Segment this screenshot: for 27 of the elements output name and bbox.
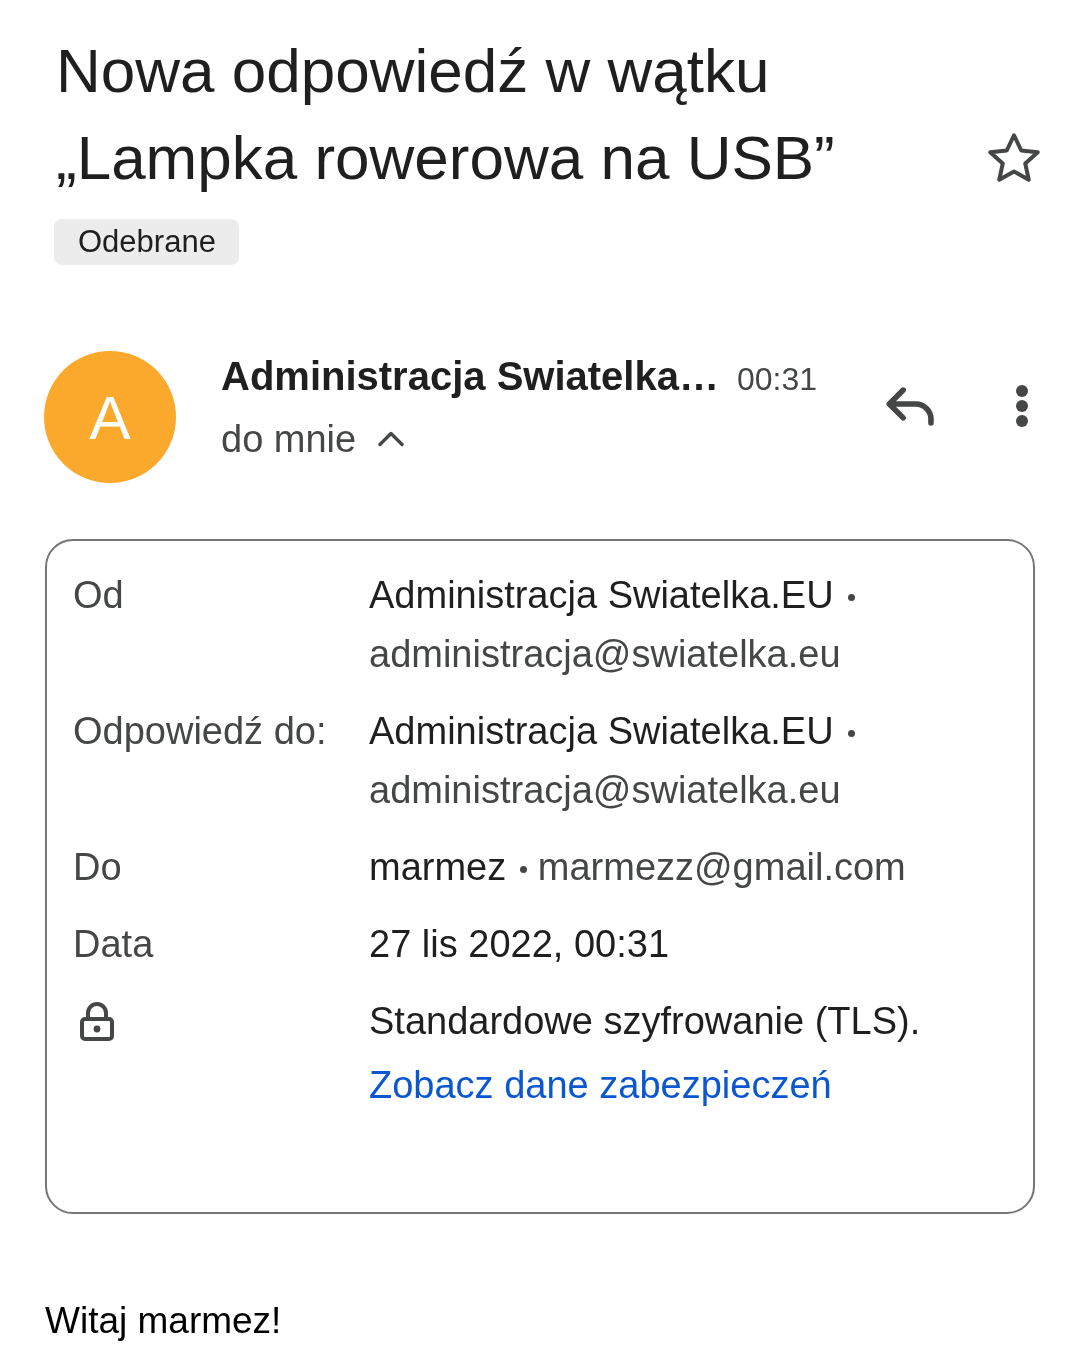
contact-email: marmezz@gmail.com [537, 846, 906, 888]
star-icon[interactable] [988, 133, 1040, 182]
separator-dot-icon [847, 730, 855, 738]
recipient-toggle[interactable]: do mnie [221, 411, 405, 467]
detail-label: Odpowiedź do: [73, 710, 327, 752]
contact-email: administracja@swiatelka.eu [369, 633, 841, 675]
sender-name: Administracja Swiatelka… [221, 353, 719, 400]
message-time: 00:31 [736, 361, 818, 398]
contact-name: marmez [369, 846, 507, 888]
contact-name: Administracja Swiatelka.EU [369, 710, 834, 752]
date-value: 27 lis 2022, 00:31 [369, 923, 669, 965]
label-chip: Odebrane [54, 219, 239, 265]
encryption-text: Standardowe szyfrowanie (TLS). [369, 1000, 921, 1042]
security-details-link[interactable]: Zobacz dane zabezpieczeń [369, 1064, 832, 1106]
separator-dot-icon [520, 866, 528, 874]
contact-name: Administracja Swiatelka.EU [369, 574, 834, 616]
sender-avatar: A [44, 351, 176, 483]
reply-icon[interactable] [886, 386, 934, 426]
lock-icon [80, 1002, 114, 1041]
more-options-icon[interactable] [1016, 385, 1028, 427]
greeting-text: Witaj marmez! [45, 1299, 283, 1343]
email-subject: Nowa odpowiedź w wątku „Lampka rowerowa na USB” [56, 35, 836, 194]
detail-label: Od [73, 574, 124, 616]
contact-email: administracja@swiatelka.eu [369, 769, 841, 811]
detail-label: Do [73, 846, 122, 888]
detail-label: Data [73, 923, 154, 965]
separator-dot-icon [847, 594, 855, 602]
